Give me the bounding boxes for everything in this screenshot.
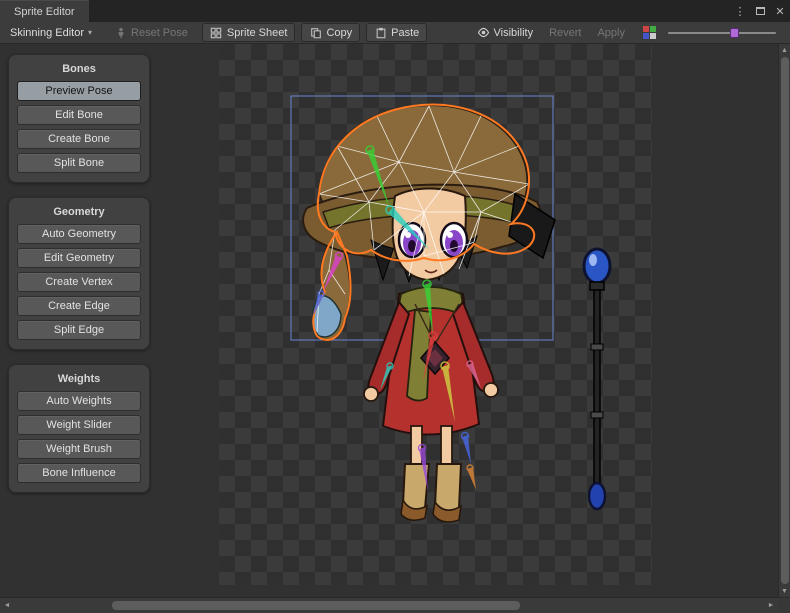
geometry-panel: Geometry Auto Geometry Edit Geometry Cre… — [8, 197, 150, 350]
horizontal-scrollbar[interactable]: ◄ ► — [0, 597, 790, 613]
staff-rod — [594, 290, 600, 486]
tool-panels: Bones Preview Pose Edit Bone Create Bone… — [8, 54, 150, 493]
mode-dropdown-label: Skinning Editor — [10, 27, 84, 39]
bone[interactable] — [462, 433, 472, 465]
scrollbar-corner — [778, 598, 790, 613]
reset-pose-label: Reset Pose — [131, 27, 188, 39]
paste-button[interactable]: Paste — [366, 23, 427, 42]
channel-green — [650, 26, 656, 32]
split-bone-button[interactable]: Split Bone — [17, 153, 141, 173]
bone-influence-button[interactable]: Bone Influence — [17, 463, 141, 483]
bones-panel-title: Bones — [17, 59, 141, 81]
chevron-down-icon: ▾ — [88, 28, 92, 37]
scroll-down-icon[interactable]: ▼ — [781, 585, 788, 597]
staff-band-2 — [591, 412, 603, 418]
weights-panel: Weights Auto Weights Weight Slider Weigh… — [8, 364, 150, 493]
copy-label: Copy — [326, 27, 352, 39]
reset-pose-icon — [114, 26, 127, 39]
copy-button[interactable]: Copy — [301, 23, 360, 42]
close-icon[interactable]: ✕ — [770, 0, 790, 22]
staff-band-1 — [591, 344, 603, 350]
sprite-sheet-button[interactable]: Sprite Sheet — [202, 23, 296, 42]
staff-orb-highlight — [589, 254, 597, 266]
scroll-left-icon[interactable]: ◄ — [0, 602, 14, 609]
weight-slider-button[interactable]: Weight Slider — [17, 415, 141, 435]
tab-sprite-editor[interactable]: Sprite Editor — [0, 0, 89, 22]
maximize-glyph — [756, 7, 765, 15]
title-bar: Sprite Editor ⋮ ✕ — [0, 0, 790, 22]
staff-gem — [589, 483, 605, 509]
vertical-scrollbar[interactable]: ▲ ▼ — [778, 44, 790, 597]
paste-label: Paste — [391, 27, 419, 39]
visibility-label: Visibility — [494, 27, 534, 39]
toolbar: Skinning Editor ▾ Reset Pose Sprite Shee… — [0, 22, 790, 44]
sprite-sheet-label: Sprite Sheet — [227, 27, 288, 39]
eye-icon — [477, 26, 490, 39]
reset-pose-button[interactable]: Reset Pose — [106, 23, 196, 42]
staff-collar — [590, 282, 604, 290]
horizontal-scrollbar-track[interactable] — [14, 598, 764, 613]
paste-icon — [374, 26, 387, 39]
vertical-scrollbar-thumb[interactable] — [781, 57, 789, 584]
left-hand — [364, 387, 378, 401]
scroll-right-icon[interactable]: ► — [764, 602, 778, 609]
zoom-slider-handle[interactable] — [730, 28, 739, 38]
weights-panel-title: Weights — [17, 369, 141, 391]
toolbar-right: Visibility Revert Apply — [463, 23, 786, 42]
scroll-up-icon[interactable]: ▲ — [781, 44, 788, 56]
zoom-slider-track — [668, 32, 776, 34]
channel-blue — [643, 33, 649, 39]
main-area: Bones Preview Pose Edit Bone Create Bone… — [0, 44, 790, 597]
channel-alpha — [650, 33, 656, 39]
staff-sprite[interactable] — [584, 249, 610, 509]
right-hand — [484, 383, 498, 397]
revert-button[interactable]: Revert — [541, 25, 589, 41]
tab-title: Sprite Editor — [14, 6, 75, 18]
auto-geometry-button[interactable]: Auto Geometry — [17, 224, 141, 244]
edit-geometry-button[interactable]: Edit Geometry — [17, 248, 141, 268]
bones-panel: Bones Preview Pose Edit Bone Create Bone… — [8, 54, 150, 183]
create-bone-button[interactable]: Create Bone — [17, 129, 141, 149]
copy-icon — [309, 26, 322, 39]
auto-weights-button[interactable]: Auto Weights — [17, 391, 141, 411]
right-eye — [441, 223, 467, 257]
zoom-slider[interactable] — [668, 26, 776, 40]
preview-pose-button[interactable]: Preview Pose — [17, 81, 141, 101]
bone[interactable] — [467, 465, 476, 490]
maximize-icon[interactable] — [750, 0, 770, 22]
horizontal-scrollbar-thumb[interactable] — [112, 601, 520, 610]
right-boot — [435, 464, 461, 512]
split-edge-button[interactable]: Split Edge — [17, 320, 141, 340]
apply-button[interactable]: Apply — [589, 25, 633, 41]
weight-brush-button[interactable]: Weight Brush — [17, 439, 141, 459]
titlebar-spacer — [89, 0, 730, 22]
sprite-editor-window: Sprite Editor ⋮ ✕ Skinning Editor ▾ Rese… — [0, 0, 790, 613]
window-menu-icon[interactable]: ⋮ — [730, 0, 750, 22]
sprite-sheet-icon — [210, 26, 223, 39]
create-vertex-button[interactable]: Create Vertex — [17, 272, 141, 292]
geometry-panel-title: Geometry — [17, 202, 141, 224]
visibility-button[interactable]: Visibility — [469, 23, 542, 42]
edit-bone-button[interactable]: Edit Bone — [17, 105, 141, 125]
staff-orb — [584, 249, 610, 283]
sprite-canvas[interactable] — [219, 44, 652, 585]
mode-dropdown[interactable]: Skinning Editor ▾ — [4, 25, 100, 41]
create-edge-button[interactable]: Create Edge — [17, 296, 141, 316]
workspace: Bones Preview Pose Edit Bone Create Bone… — [0, 44, 778, 597]
color-channels-icon[interactable] — [643, 26, 656, 39]
channel-red — [643, 26, 649, 32]
